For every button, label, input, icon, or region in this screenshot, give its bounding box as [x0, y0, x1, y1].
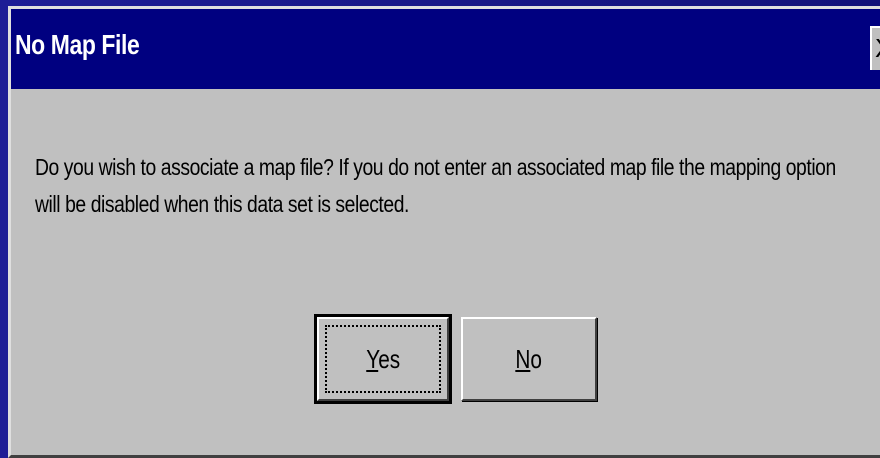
no-map-file-dialog: No Map File X Do you wish to associate a… — [8, 6, 880, 458]
yes-label-rest: es — [378, 343, 400, 374]
dialog-title: No Map File — [15, 29, 140, 60]
yes-button[interactable]: Yes — [314, 314, 452, 404]
dialog-titlebar[interactable]: No Map File X — [11, 9, 880, 89]
message-line: Do you wish to associate a map file? If … — [35, 154, 836, 180]
no-label-rest: o — [530, 343, 543, 374]
message-line: will be disabled when this data set is s… — [35, 191, 409, 218]
close-button[interactable]: X — [870, 26, 880, 70]
yes-button-label: Yes — [366, 344, 400, 375]
no-button[interactable]: No — [461, 317, 597, 401]
yes-mnemonic: Y — [366, 343, 378, 374]
no-button-label: No — [516, 344, 543, 375]
close-icon: X — [875, 33, 880, 63]
no-mnemonic: N — [515, 343, 531, 374]
dialog-message: Do you wish to associate a map file? If … — [35, 149, 836, 224]
